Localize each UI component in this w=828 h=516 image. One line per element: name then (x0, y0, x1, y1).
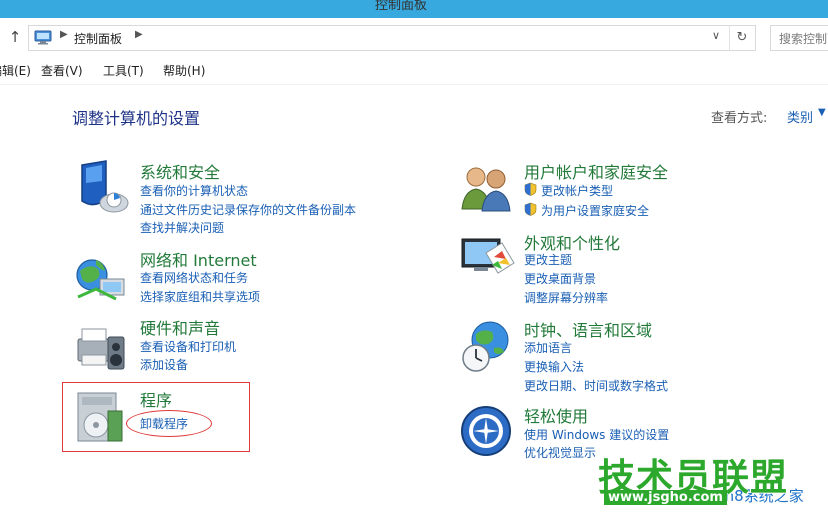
menu-edit[interactable]: 编辑(E) (0, 62, 31, 79)
search-placeholder: 搜索控制面 (779, 32, 828, 46)
link-troubleshoot[interactable]: 查找并解决问题 (140, 219, 224, 236)
window-title: 控制面板 (375, 0, 428, 13)
refresh-icon[interactable]: ↻ (729, 26, 754, 50)
link-add-language[interactable]: 添加语言 (524, 339, 572, 356)
page-title: 调整计算机的设置 (72, 109, 201, 128)
control-panel-window: 控制面板 ↑ ▶ 控制面板 ▶ ∨ ↻ 搜索控制面 编辑(E) 查看(V) 工具… (0, 0, 828, 516)
breadcrumb-separator-icon[interactable]: ▶ (135, 29, 143, 40)
breadcrumb-control-panel[interactable]: 控制面板 (74, 30, 122, 47)
link-screen-resolution[interactable]: 调整屏幕分辨率 (524, 289, 608, 306)
link-devices-printers[interactable]: 查看设备和打印机 (140, 338, 236, 355)
link-change-input-method[interactable]: 更换输入法 (524, 358, 584, 375)
category-hardware-sound[interactable]: 硬件和声音 (140, 315, 220, 339)
watermark-url: www.jsgho.com (604, 490, 727, 505)
user-accounts-icon[interactable] (458, 159, 516, 217)
category-system-security[interactable]: 系统和安全 (140, 159, 220, 183)
menu-bar: 编辑(E) 查看(V) 工具(T) 帮助(H) (0, 56, 828, 85)
link-homegroup-sharing[interactable]: 选择家庭组和共享选项 (140, 288, 260, 305)
category-ease-of-access[interactable]: 轻松使用 (524, 403, 588, 427)
uac-shield-icon (524, 182, 537, 196)
search-input[interactable]: 搜索控制面 (770, 25, 828, 51)
link-change-account-type[interactable]: 更改帐户类型 (541, 182, 613, 199)
view-by-label: 查看方式: (711, 111, 768, 126)
network-internet-icon[interactable] (72, 249, 130, 307)
address-bar[interactable]: ▶ 控制面板 ▶ ∨ ↻ (28, 25, 756, 51)
link-windows-suggested-settings[interactable]: 使用 Windows 建议的设置 (524, 426, 669, 443)
category-network-internet[interactable]: 网络和 Internet (140, 247, 257, 271)
uac-shield-icon (524, 202, 537, 216)
hardware-sound-icon[interactable] (72, 317, 130, 375)
breadcrumb-separator-icon[interactable]: ▶ (60, 29, 68, 40)
chevron-down-icon[interactable]: ∨ (709, 29, 723, 45)
category-clock-language-region[interactable]: 时钟、语言和区域 (524, 317, 652, 341)
link-file-history-backup[interactable]: 通过文件历史记录保存你的文件备份副本 (140, 201, 356, 218)
link-add-device[interactable]: 添加设备 (140, 356, 188, 373)
link-family-safety[interactable]: 为用户设置家庭安全 (541, 202, 649, 219)
chevron-down-icon[interactable]: ▼ (818, 107, 826, 118)
link-network-status[interactable]: 查看网络状态和任务 (140, 269, 248, 286)
address-row: ↑ ▶ 控制面板 ▶ ∨ ↻ 搜索控制面 (0, 18, 828, 56)
link-optimize-visual-display[interactable]: 优化视觉显示 (524, 444, 596, 461)
link-view-computer-status[interactable]: 查看你的计算机状态 (140, 182, 248, 199)
link-change-date-format[interactable]: 更改日期、时间或数字格式 (524, 377, 668, 394)
up-arrow-icon[interactable]: ↑ (8, 29, 22, 45)
link-change-theme[interactable]: 更改主题 (524, 251, 572, 268)
category-user-accounts[interactable]: 用户帐户和家庭安全 (524, 159, 668, 183)
menu-help[interactable]: 帮助(H) (163, 62, 205, 79)
ease-of-access-icon[interactable] (458, 403, 516, 461)
view-by-dropdown[interactable]: 类别 (787, 107, 813, 126)
menu-tools[interactable]: 工具(T) (103, 62, 144, 79)
menu-view[interactable]: 查看(V) (41, 62, 83, 79)
title-bar: 控制面板 (0, 0, 828, 18)
clock-region-icon[interactable] (458, 318, 516, 376)
link-desktop-background[interactable]: 更改桌面背景 (524, 270, 596, 287)
control-panel-icon (34, 30, 52, 45)
annotation-ellipse (126, 410, 212, 437)
appearance-icon[interactable] (458, 231, 516, 289)
system-security-icon[interactable] (72, 159, 130, 217)
